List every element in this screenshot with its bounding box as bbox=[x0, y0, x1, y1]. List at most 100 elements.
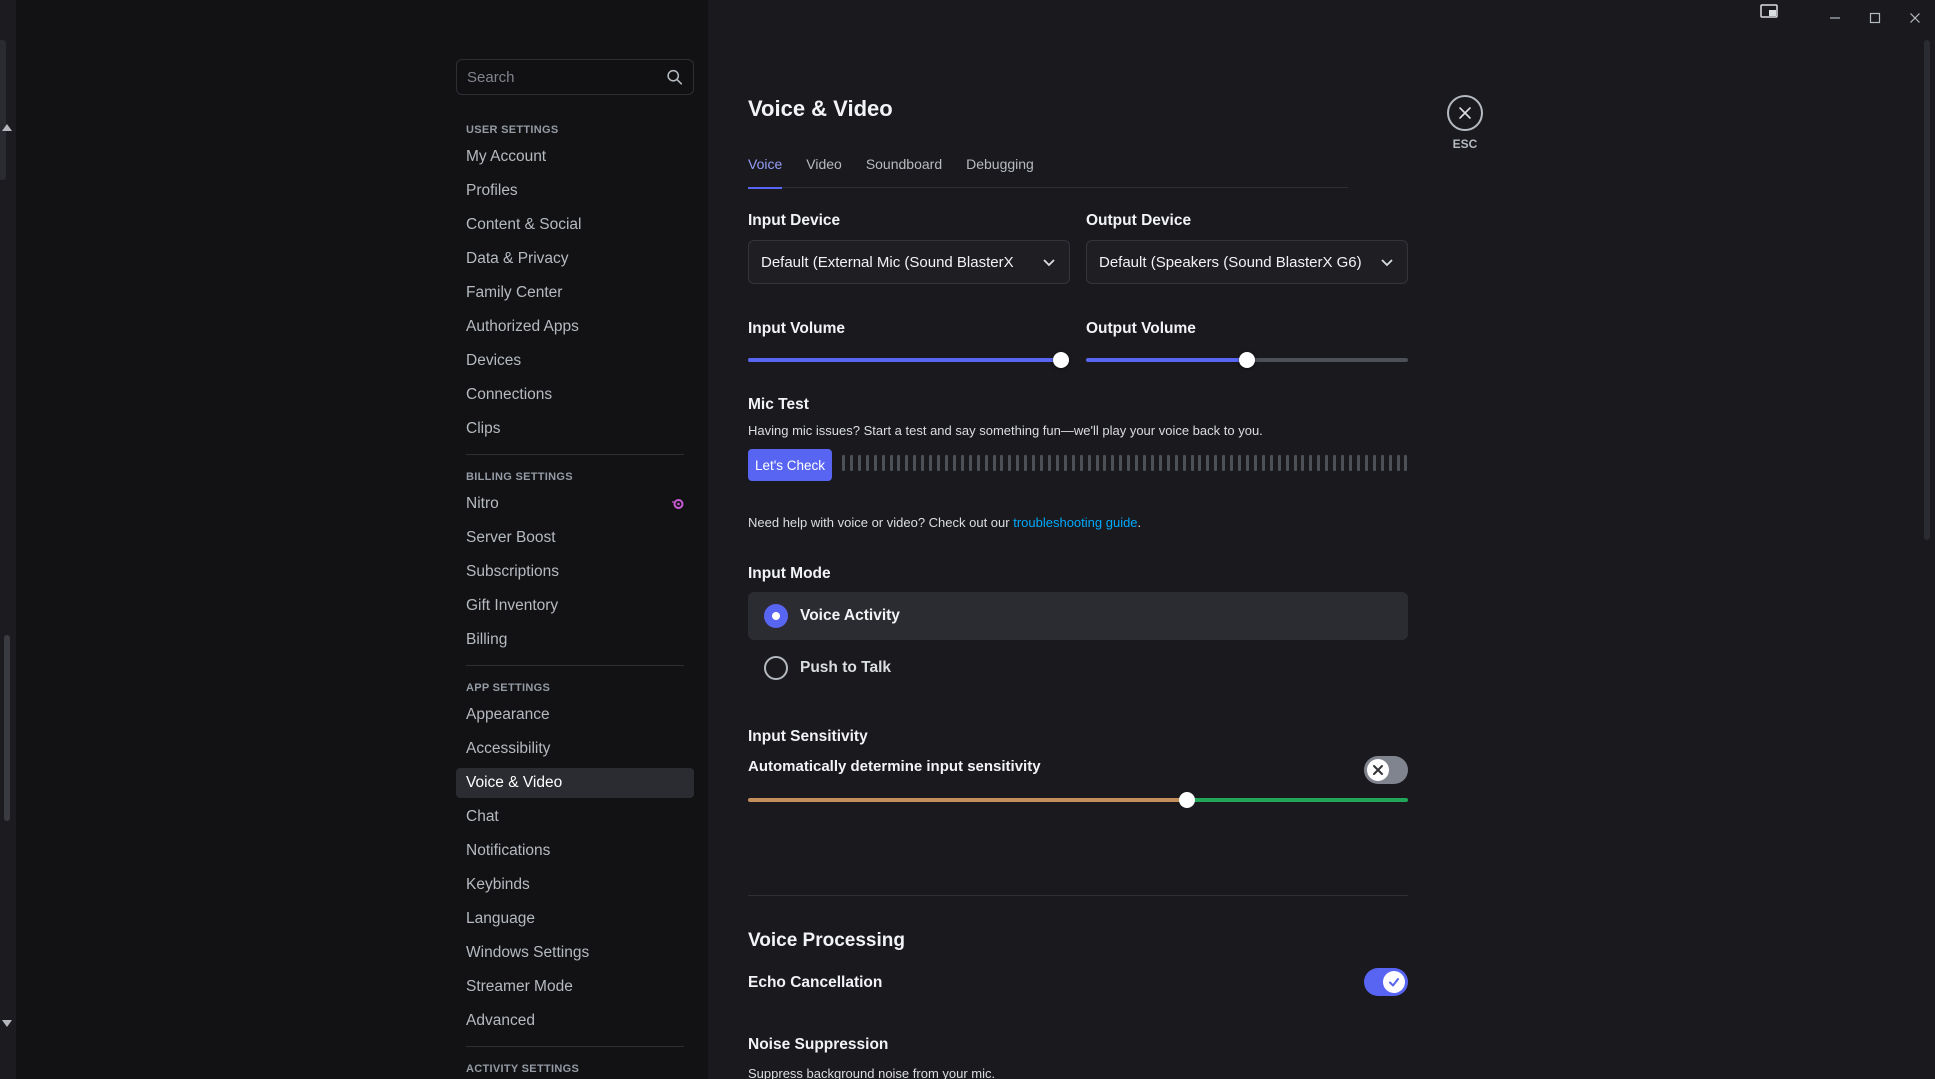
nav-item-subscriptions[interactable]: Subscriptions bbox=[456, 557, 694, 587]
left-scrollbar-thumb[interactable] bbox=[4, 635, 10, 821]
x-icon bbox=[1373, 765, 1383, 775]
meter-bar bbox=[1372, 455, 1376, 471]
window-close-button[interactable] bbox=[1895, 0, 1935, 36]
settings-search[interactable] bbox=[456, 59, 694, 95]
nav-item-content-social[interactable]: Content & Social bbox=[456, 210, 694, 240]
input-mode-push-to-talk[interactable]: Push to Talk bbox=[748, 644, 1408, 692]
nav-section-activity-settings: ACTIVITY SETTINGS bbox=[466, 1063, 580, 1075]
mic-test-description: Having mic issues? Start a test and say … bbox=[748, 423, 1263, 438]
nav-item-gift-inventory[interactable]: Gift Inventory bbox=[456, 591, 694, 621]
nav-item-accessibility[interactable]: Accessibility bbox=[456, 734, 694, 764]
nav-item-authorized-apps[interactable]: Authorized Apps bbox=[456, 312, 694, 342]
help-text-prefix: Need help with voice or video? Check out… bbox=[748, 515, 1014, 530]
voice-processing-title: Voice Processing bbox=[748, 930, 905, 951]
maximize-button[interactable] bbox=[1855, 0, 1895, 36]
maximize-icon bbox=[1869, 12, 1881, 24]
output-volume-slider[interactable] bbox=[1086, 352, 1408, 368]
sensitivity-handle[interactable] bbox=[1179, 792, 1195, 808]
nav-item-my-account[interactable]: My Account bbox=[456, 142, 694, 172]
search-icon bbox=[667, 69, 683, 85]
echo-cancellation-label: Echo Cancellation bbox=[748, 974, 883, 991]
auto-sensitivity-toggle[interactable] bbox=[1364, 756, 1408, 784]
nav-item-chat[interactable]: Chat bbox=[456, 802, 694, 832]
meter-bar bbox=[1040, 455, 1044, 471]
output-device-select[interactable]: Default (Speakers (Sound BlasterX G6) bbox=[1086, 240, 1408, 284]
meter-bar bbox=[992, 455, 996, 471]
tab-video[interactable]: Video bbox=[806, 152, 842, 188]
input-device-value: Default (External Mic (Sound BlasterX bbox=[761, 253, 1014, 271]
nav-item-profiles[interactable]: Profiles bbox=[456, 176, 694, 206]
noise-suppression-label: Noise Suppression bbox=[748, 1036, 889, 1053]
nav-item-data-privacy[interactable]: Data & Privacy bbox=[456, 244, 694, 274]
tab-voice[interactable]: Voice bbox=[748, 152, 783, 189]
troubleshooting-guide-link[interactable]: troubleshooting guide bbox=[1013, 515, 1137, 530]
nav-item-devices[interactable]: Devices bbox=[456, 346, 694, 376]
content-scrollbar-thumb[interactable] bbox=[1924, 40, 1930, 540]
meter-bar bbox=[873, 455, 877, 471]
minimize-button[interactable] bbox=[1815, 0, 1855, 36]
meter-bar bbox=[1206, 455, 1210, 471]
slider-handle[interactable] bbox=[1053, 352, 1069, 368]
meter-bar bbox=[1063, 455, 1067, 471]
scroll-down-arrow-icon[interactable] bbox=[2, 1020, 12, 1027]
nav-divider bbox=[466, 1046, 684, 1047]
meter-bar bbox=[1364, 455, 1368, 471]
nav-item-advanced[interactable]: Advanced bbox=[456, 1006, 694, 1036]
nav-item-nitro[interactable]: Nitro bbox=[456, 489, 694, 519]
scroll-up-arrow-icon[interactable] bbox=[2, 124, 12, 131]
meter-bar bbox=[1277, 455, 1281, 471]
nav-item-streamer-mode[interactable]: Streamer Mode bbox=[456, 972, 694, 1002]
push-to-talk-label: Push to Talk bbox=[800, 659, 892, 676]
output-volume-label: Output Volume bbox=[1086, 320, 1196, 337]
voice-video-tabs: Voice Video Soundboard Debugging bbox=[748, 152, 1348, 189]
meter-bar bbox=[1190, 455, 1194, 471]
meter-bar bbox=[1356, 455, 1360, 471]
meter-bar bbox=[1269, 455, 1273, 471]
meter-bar bbox=[1119, 455, 1123, 471]
meter-bar bbox=[1103, 455, 1107, 471]
nav-item-family-center[interactable]: Family Center bbox=[456, 278, 694, 308]
auto-sensitivity-label: Automatically determine input sensitivit… bbox=[748, 758, 1041, 775]
input-mode-voice-activity[interactable]: Voice Activity bbox=[748, 592, 1408, 640]
nav-item-notifications[interactable]: Notifications bbox=[456, 836, 694, 866]
nav-item-clips[interactable]: Clips bbox=[456, 414, 694, 444]
settings-window: USER SETTINGS My Account Profiles Conten… bbox=[0, 0, 1935, 1079]
meter-bar bbox=[849, 455, 853, 471]
nav-item-voice-video[interactable]: Voice & Video bbox=[456, 768, 694, 798]
meter-bar bbox=[1404, 455, 1408, 471]
tab-soundboard[interactable]: Soundboard bbox=[866, 152, 942, 188]
nav-item-server-boost[interactable]: Server Boost bbox=[456, 523, 694, 553]
nav-item-connections[interactable]: Connections bbox=[456, 380, 694, 410]
meter-bar bbox=[1111, 455, 1115, 471]
nav-section-user-settings: USER SETTINGS bbox=[466, 124, 559, 136]
picture-in-picture-icon[interactable] bbox=[1760, 4, 1778, 20]
input-sensitivity-slider[interactable] bbox=[748, 792, 1408, 808]
input-volume-slider[interactable] bbox=[748, 352, 1069, 368]
close-button[interactable] bbox=[1447, 95, 1483, 131]
nav-item-language[interactable]: Language bbox=[456, 904, 694, 934]
nav-item-windows-settings[interactable]: Windows Settings bbox=[456, 938, 694, 968]
input-device-select[interactable]: Default (External Mic (Sound BlasterX bbox=[748, 240, 1070, 284]
window-controls bbox=[1815, 0, 1935, 36]
meter-bar bbox=[865, 455, 869, 471]
meter-bar bbox=[1150, 455, 1154, 471]
search-input[interactable] bbox=[467, 68, 666, 86]
meter-bar bbox=[1341, 455, 1345, 471]
meter-bar bbox=[1127, 455, 1131, 471]
slider-fill bbox=[1086, 358, 1247, 362]
nav-item-nitro-label: Nitro bbox=[466, 495, 499, 512]
echo-cancellation-toggle[interactable] bbox=[1364, 968, 1408, 996]
nav-item-billing[interactable]: Billing bbox=[456, 625, 694, 655]
nav-item-appearance[interactable]: Appearance bbox=[456, 700, 694, 730]
meter-bar bbox=[1238, 455, 1242, 471]
minimize-icon bbox=[1830, 17, 1840, 19]
tab-debugging[interactable]: Debugging bbox=[966, 152, 1034, 188]
slider-handle[interactable] bbox=[1239, 352, 1255, 368]
meter-bar bbox=[1198, 455, 1202, 471]
noise-suppression-description: Suppress background noise from your mic. bbox=[748, 1066, 996, 1079]
mic-level-meter bbox=[842, 455, 1408, 475]
lets-check-button[interactable]: Let's Check bbox=[748, 449, 832, 481]
radio-unselected bbox=[764, 656, 788, 680]
check-icon bbox=[1389, 978, 1399, 987]
nav-item-keybinds[interactable]: Keybinds bbox=[456, 870, 694, 900]
